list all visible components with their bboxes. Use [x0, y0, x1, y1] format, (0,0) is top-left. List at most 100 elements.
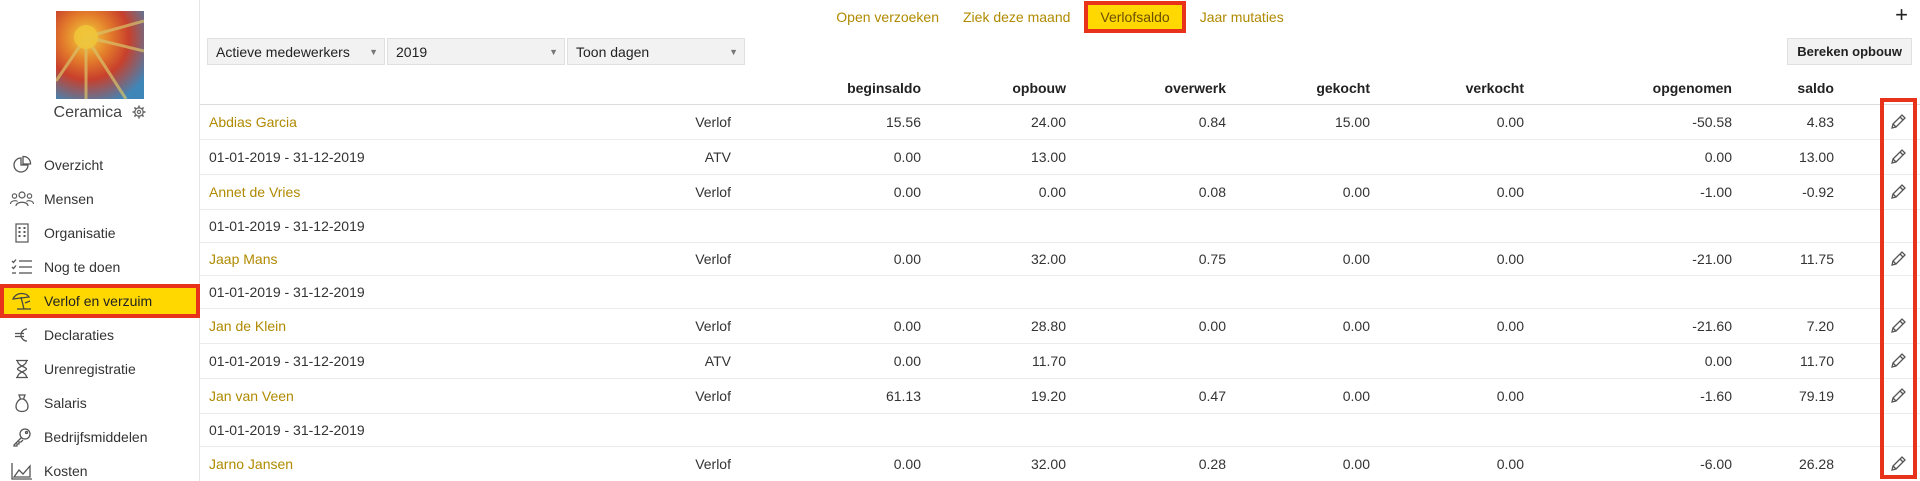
- cell-opbouw: 24.00: [1030, 114, 1066, 130]
- table-row-employee: Jaap Mans Verlof 0.00 32.00 0.75 0.00 0.00 -21.…: [200, 243, 1920, 276]
- company-name-row: Ceramica: [0, 104, 200, 124]
- employee-name-link[interactable]: Jaap Mans: [209, 251, 277, 267]
- cell-saldo: -0.92: [1802, 184, 1834, 200]
- cell-beginsaldo: 15.56: [885, 114, 921, 130]
- sidebar-item-urenregistratie[interactable]: Urenregistratie: [0, 352, 200, 386]
- sidebar-item-label: Kosten: [44, 463, 88, 479]
- chevron-down-icon: ▼: [729, 47, 738, 57]
- company-name: Ceramica: [53, 104, 122, 121]
- tab-verlofsaldo[interactable]: Verlofsaldo: [1084, 1, 1186, 33]
- cell-overwerk: 0.47: [1198, 388, 1226, 404]
- pencil-icon[interactable]: [1889, 250, 1907, 268]
- building-icon: [10, 223, 34, 243]
- table-row-employee: Annet de Vries Verlof 0.00 0.00 0.08 0.00 0.00…: [200, 175, 1920, 210]
- cell-saldo: 13.00: [1798, 149, 1834, 165]
- employees-select[interactable]: Actieve medewerkers ▼: [207, 38, 385, 65]
- sidebar-item-label: Overzicht: [44, 157, 104, 173]
- pencil-icon[interactable]: [1889, 352, 1907, 370]
- tab-open-verzoeken[interactable]: Open verzoeken: [824, 9, 951, 25]
- employee-name-link[interactable]: Jan van Veen: [209, 388, 294, 404]
- cell-overwerk: 0.84: [1198, 114, 1226, 130]
- company-logo[interactable]: [56, 11, 144, 99]
- cell-opbouw: 32.00: [1030, 456, 1066, 472]
- sidebar-item-verlof-en-verzuim[interactable]: Verlof en verzuim: [0, 284, 200, 318]
- calculate-accrual-button[interactable]: Bereken opbouw: [1787, 38, 1912, 65]
- pencil-icon[interactable]: [1889, 148, 1907, 166]
- money-bag-icon: [10, 393, 34, 413]
- employee-name-link[interactable]: Jan de Klein: [209, 318, 286, 334]
- pencil-icon[interactable]: [1889, 387, 1907, 405]
- cell-saldo: 4.83: [1806, 114, 1834, 130]
- cell-opgenomen: -50.58: [1692, 114, 1732, 130]
- tab-ziek-deze-maand[interactable]: Ziek deze maand: [951, 9, 1082, 25]
- table-row-employee: Jarno Jansen Verlof 0.00 32.00 0.28 0.00 0.00 -…: [200, 447, 1920, 481]
- sidebar-item-mensen[interactable]: Mensen: [0, 182, 200, 216]
- add-button[interactable]: +: [1895, 4, 1908, 26]
- unit-select[interactable]: Toon dagen ▼: [567, 38, 745, 65]
- cell-saldo: 11.75: [1800, 251, 1834, 267]
- leave-type: Verlof: [695, 184, 731, 200]
- leave-type: Verlof: [695, 456, 731, 472]
- sidebar-nav: Overzicht Mensen Organisatie Nog te doen…: [0, 148, 200, 481]
- sidebar-item-bedrijfsmiddelen[interactable]: Bedrijfsmiddelen: [0, 420, 200, 454]
- sidebar-item-label: Salaris: [44, 395, 87, 411]
- sidebar-item-salaris[interactable]: Salaris: [0, 386, 200, 420]
- cell-opgenomen: -1.60: [1700, 388, 1732, 404]
- sidebar: Ceramica Overzicht Mensen Organisatie No…: [0, 0, 200, 481]
- pencil-icon[interactable]: [1889, 455, 1907, 473]
- cell-opgenomen: 0.00: [1704, 353, 1732, 369]
- table-row-period: 01-01-2019 - 31-12-2019 ATV 0.00 13.00 0.00 1…: [200, 140, 1920, 175]
- employee-name-link[interactable]: Abdias Garcia: [209, 114, 297, 130]
- cell-beginsaldo: 0.00: [893, 353, 921, 369]
- chevron-down-icon: ▼: [369, 47, 378, 57]
- cell-verkocht: 0.00: [1496, 318, 1524, 334]
- cell-opgenomen: -21.00: [1692, 251, 1732, 267]
- pencil-icon[interactable]: [1889, 113, 1907, 131]
- employee-name-link[interactable]: Annet de Vries: [209, 184, 300, 200]
- sidebar-item-organisatie[interactable]: Organisatie: [0, 216, 200, 250]
- chevron-down-icon: ▼: [549, 47, 558, 57]
- cell-opgenomen: -21.60: [1692, 318, 1732, 334]
- cell-opbouw: 32.00: [1030, 251, 1066, 267]
- sidebar-item-overzicht[interactable]: Overzicht: [0, 148, 200, 182]
- gear-icon[interactable]: [132, 105, 146, 124]
- tab-jaar-mutaties[interactable]: Jaar mutaties: [1188, 9, 1296, 25]
- cell-beginsaldo: 0.00: [893, 251, 921, 267]
- cell-verkocht: 0.00: [1496, 184, 1524, 200]
- year-select-value: 2019: [396, 43, 428, 60]
- table-header: beginsaldo opbouw overwerk gekocht verko…: [200, 70, 1920, 105]
- sidebar-item-declaraties[interactable]: Declaraties: [0, 318, 200, 352]
- year-select[interactable]: 2019 ▼: [387, 38, 565, 65]
- cell-overwerk: 0.08: [1198, 184, 1226, 200]
- sidebar-item-label: Mensen: [44, 191, 94, 207]
- leave-type: Verlof: [695, 251, 731, 267]
- cell-opgenomen: -1.00: [1700, 184, 1732, 200]
- cell-gekocht: 0.00: [1342, 456, 1370, 472]
- cell-saldo: 7.20: [1806, 318, 1834, 334]
- period-label: 01-01-2019 - 31-12-2019: [209, 149, 365, 165]
- sidebar-item-label: Declaraties: [44, 327, 115, 343]
- checklist-icon: [10, 257, 34, 277]
- column-header-opgenomen: opgenomen: [1652, 80, 1732, 96]
- table-row-period: 01-01-2019 - 31-12-2019: [200, 276, 1920, 309]
- leave-balance-table: beginsaldo opbouw overwerk gekocht verko…: [200, 70, 1920, 481]
- cell-verkocht: 0.00: [1496, 251, 1524, 267]
- pencil-icon[interactable]: [1889, 183, 1907, 201]
- table-row-employee: Jan van Veen Verlof 61.13 19.20 0.47 0.00 0.00…: [200, 379, 1920, 414]
- cell-opgenomen: 0.00: [1704, 149, 1732, 165]
- key-icon: [10, 427, 34, 447]
- unit-select-value: Toon dagen: [576, 43, 650, 60]
- table-row-employee: Jan de Klein Verlof 0.00 28.80 0.00 0.00 0.00 -…: [200, 309, 1920, 344]
- sidebar-item-nog-te-doen[interactable]: Nog te doen: [0, 250, 200, 284]
- sidebar-item-kosten[interactable]: Kosten: [0, 454, 200, 481]
- table-row-employee: Abdias Garcia Verlof 15.56 24.00 0.84 15.00 0.…: [200, 105, 1920, 140]
- employee-name-link[interactable]: Jarno Jansen: [209, 456, 293, 472]
- cell-verkocht: 0.00: [1496, 388, 1524, 404]
- cell-saldo: 79.19: [1798, 388, 1834, 404]
- table-body: Abdias Garcia Verlof 15.56 24.00 0.84 15.00 0.…: [200, 105, 1920, 481]
- column-header-verkocht: verkocht: [1465, 80, 1524, 96]
- leave-type: ATV: [704, 149, 731, 165]
- pencil-icon[interactable]: [1889, 317, 1907, 335]
- euro-icon: [10, 325, 34, 345]
- column-header-beginsaldo: beginsaldo: [847, 80, 921, 96]
